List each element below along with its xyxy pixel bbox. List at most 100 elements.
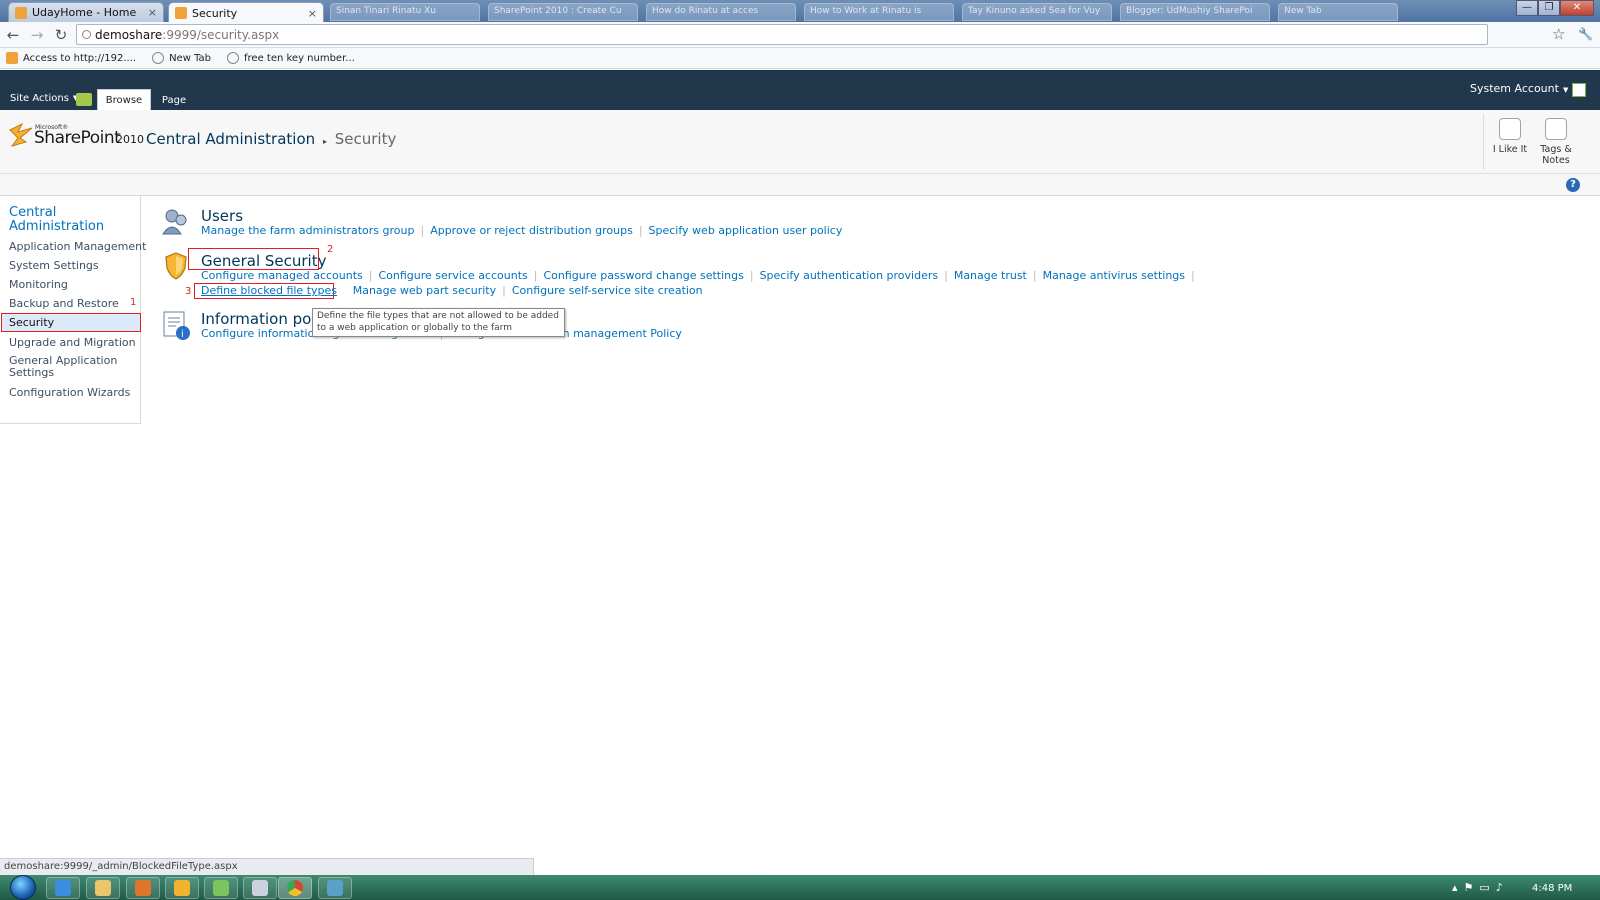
nav-item-configuration-wizards[interactable]: Configuration Wizards: [9, 386, 130, 399]
divider: |: [368, 269, 373, 282]
url-path: :9999/security.aspx: [162, 27, 280, 42]
sharepoint-favicon-icon: [175, 7, 187, 19]
divider: |: [749, 269, 754, 282]
nav-heading-central-admin[interactable]: Central Administration: [9, 206, 129, 234]
taskbar-ie[interactable]: [46, 877, 80, 899]
messenger-icon: [213, 880, 229, 896]
divider: |: [502, 284, 506, 297]
nav-item-application-management[interactable]: Application Management: [9, 240, 146, 253]
account-menu[interactable]: System Account ▼: [1470, 82, 1568, 95]
sharepoint-logo-icon: [9, 122, 33, 147]
section-title-information-policy[interactable]: Information poli: [201, 310, 320, 328]
bookmark-item[interactable]: free ten key number...: [227, 52, 355, 64]
taskbar-outlook[interactable]: [165, 877, 199, 899]
section-title-users[interactable]: Users: [201, 207, 243, 225]
shield-icon: [165, 252, 187, 280]
ribbon-tab-page[interactable]: Page: [151, 89, 197, 111]
navigate-up-icon[interactable]: [76, 93, 92, 106]
bookmark-item[interactable]: Access to http://192....: [6, 52, 136, 64]
nav-item-upgrade-migration[interactable]: Upgrade and Migration: [9, 336, 136, 349]
system-tray-icons[interactable]: ▴⚑▭♪: [1452, 881, 1509, 894]
folder-icon: [95, 880, 111, 896]
browser-tab-background[interactable]: SharePoint 2010 : Create Cu: [488, 3, 638, 21]
link-configure-managed-accounts[interactable]: Configure managed accounts: [201, 269, 363, 282]
link-manage-web-part-security[interactable]: Manage web part security: [353, 284, 496, 297]
link-configure-password-change[interactable]: Configure password change settings: [543, 269, 743, 282]
divider: |: [638, 224, 643, 237]
divider: |: [944, 269, 948, 282]
tab-close-icon[interactable]: ×: [148, 6, 157, 19]
taskbar-clock[interactable]: 4:48 PM: [1532, 883, 1572, 894]
bookmark-star-icon[interactable]: ☆: [1552, 25, 1565, 43]
nav-item-system-settings[interactable]: System Settings: [9, 259, 99, 272]
breadcrumb-root[interactable]: Central Administration: [146, 130, 315, 148]
thumbs-up-icon: [1499, 118, 1521, 140]
taskbar-network[interactable]: [318, 877, 352, 899]
link-define-blocked-file-types[interactable]: Define blocked file types: [201, 284, 337, 297]
close-window-button[interactable]: ✕: [1560, 0, 1594, 16]
link-manage-antivirus[interactable]: Manage antivirus settings: [1043, 269, 1185, 282]
link-web-application-user-policy[interactable]: Specify web application user policy: [649, 224, 843, 237]
tab-title: Security: [192, 6, 238, 20]
logo-year: 2010: [116, 133, 144, 146]
user-status-icon[interactable]: [1572, 83, 1586, 97]
divider: [1483, 114, 1484, 170]
browser-status-bar: demoshare:9999/_admin/BlockedFileType.as…: [0, 858, 534, 876]
svg-text:i: i: [181, 329, 184, 340]
link-self-service-site-creation[interactable]: Configure self-service site creation: [512, 284, 703, 297]
ribbon-tab-browse[interactable]: Browse: [97, 89, 151, 111]
nav-item-security[interactable]: Security: [9, 316, 54, 329]
link-approve-distribution-groups[interactable]: Approve or reject distribution groups: [430, 224, 633, 237]
general-security-links-row1: Configure managed accounts | Configure se…: [201, 269, 1201, 282]
nav-item-monitoring[interactable]: Monitoring: [9, 278, 68, 291]
help-icon[interactable]: ?: [1566, 178, 1580, 192]
link-authentication-providers[interactable]: Specify authentication providers: [760, 269, 939, 282]
link-manage-trust[interactable]: Manage trust: [954, 269, 1027, 282]
breadcrumb-separator-icon: ▸: [322, 137, 327, 146]
browser-tab-background[interactable]: New Tab: [1278, 3, 1398, 21]
i-like-it-button[interactable]: I Like It: [1488, 118, 1532, 155]
bookmarks-bar: Access to http://192.... New Tab free te…: [0, 48, 1600, 69]
browser-tab-udayhome[interactable]: UdayHome - Home ×: [8, 2, 164, 22]
tags-notes-button[interactable]: Tags & Notes: [1534, 118, 1578, 166]
general-security-links-row2: Define blocked file types | Manage web pa…: [201, 284, 703, 297]
divider: |: [420, 224, 425, 237]
outlook-icon: [174, 880, 190, 896]
bookmark-item[interactable]: New Tab: [152, 52, 211, 64]
maximize-button[interactable]: ❐: [1538, 0, 1560, 16]
minimize-button[interactable]: —: [1516, 0, 1538, 16]
tab-close-icon[interactable]: ×: [308, 7, 317, 20]
taskbar-explorer[interactable]: [86, 877, 120, 899]
page-info-icon[interactable]: [82, 30, 91, 39]
link-configure-service-accounts[interactable]: Configure service accounts: [378, 269, 527, 282]
back-arrow-icon[interactable]: ←: [4, 26, 22, 44]
browser-tab-security[interactable]: Security ×: [168, 2, 324, 23]
chevron-down-icon: ▼: [1562, 86, 1569, 94]
browser-tab-background[interactable]: Sinan Tinari Rinatu Xu: [330, 3, 480, 21]
taskbar-messenger[interactable]: [204, 877, 238, 899]
reload-icon[interactable]: ↻: [52, 26, 70, 44]
internet-explorer-icon: [55, 880, 71, 896]
link-manage-farm-administrators[interactable]: Manage the farm administrators group: [201, 224, 414, 237]
nav-item-backup-restore[interactable]: Backup and Restore: [9, 297, 119, 310]
start-button[interactable]: [10, 875, 36, 900]
taskbar-media[interactable]: [126, 877, 160, 899]
browser-tab-background[interactable]: Tay Kinuno asked Sea for Vuy: [962, 3, 1112, 21]
wrench-icon[interactable]: 🔧: [1578, 27, 1593, 41]
users-links: Manage the farm administrators group | Ap…: [201, 224, 842, 237]
taskbar-chrome[interactable]: [278, 877, 312, 899]
sharepoint-favicon-icon: [15, 6, 27, 19]
browser-tab-background[interactable]: How to Work at Rinatu is: [804, 3, 954, 21]
section-title-general-security[interactable]: General Security: [201, 252, 326, 270]
network-icon: [327, 880, 343, 896]
browser-tab-background[interactable]: How do Rinatu at acces: [646, 3, 796, 21]
breadcrumb: Central Administration ▸ Security: [146, 130, 396, 148]
divider: |: [1191, 269, 1195, 282]
browser-tab-background[interactable]: Blogger: UdMushiy SharePoi: [1120, 3, 1270, 21]
address-bar[interactable]: demoshare:9999/security.aspx: [76, 24, 1488, 45]
divider: |: [1032, 269, 1037, 282]
forward-arrow-icon[interactable]: →: [28, 26, 46, 44]
nav-item-general-application-settings[interactable]: General Application Settings: [9, 355, 129, 379]
taskbar-app[interactable]: [243, 877, 277, 899]
annotation-number: 2: [327, 244, 334, 255]
